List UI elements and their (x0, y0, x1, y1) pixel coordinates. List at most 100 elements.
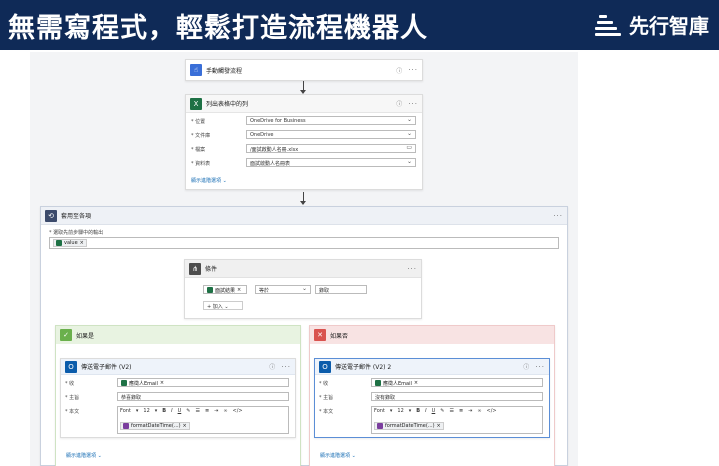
body-editor[interactable]: Font ▾ 12 ▾ BIU ✎ ☰ ≣ ⇥ ∞ </> formatDateTime(..… (117, 406, 289, 434)
condition-operator-dropdown[interactable]: 等於 ⌄ (255, 285, 311, 294)
more-options-icon[interactable]: ··· (407, 265, 417, 273)
chevron-down-icon: ⌄ (406, 130, 412, 137)
bullet-list-icon[interactable]: ☰ (449, 408, 453, 414)
condition-card[interactable]: ⋔ 條件 ··· 面試結果 × 等於 ⌄ 錄取 + 加入 ⌄ (184, 259, 422, 319)
body-editor[interactable]: Font ▾ 12 ▾ BIU ✎ ☰ ≣ ⇥ ∞ </> formatDateTime(..… (371, 406, 543, 434)
location-dropdown[interactable]: OneDrive for Business ⌄ (246, 116, 416, 125)
more-options-icon[interactable]: ··· (553, 212, 563, 220)
function-icon (123, 423, 129, 429)
brand-logo-text: 先行智庫 (629, 14, 709, 38)
brand-logo: 先行智庫 (595, 10, 709, 39)
body-expression-token[interactable]: formatDateTime(...) × (374, 422, 444, 430)
link-icon[interactable]: ∞ (223, 408, 227, 414)
to-label: * 收 (319, 381, 329, 387)
show-advanced-link[interactable]: 顯示進階選項 ⌄ (66, 452, 102, 459)
flow-canvas: ☝ 手動觸發流程 ⓘ ··· X 列出表格中的列 ⓘ ··· * 位置 OneD… (30, 52, 578, 466)
screenshot-root: 無需寫程式，輕鬆打造流程機器人 先行智庫 ☝ 手動觸發流程 ⓘ ··· X 列出… (0, 0, 719, 466)
more-options-icon[interactable]: ··· (408, 100, 418, 108)
code-view-icon[interactable]: </> (487, 408, 497, 414)
banner-title: 無需寫程式，輕鬆打造流程機器人 (8, 13, 428, 44)
numbered-list-icon[interactable]: ≣ (459, 408, 463, 414)
yes-send-email-card[interactable]: O 傳送電子郵件 (V2) ⓘ ··· * 收 應徵人Email × * 主旨 … (60, 358, 296, 438)
font-dropdown[interactable]: Font (120, 408, 131, 414)
brand-mark-icon (595, 13, 623, 37)
no-send-email-card[interactable]: O 傳送電子郵件 (V2) 2 ⓘ ··· * 收 應徵人Email × * 主… (314, 358, 550, 438)
indent-icon[interactable]: ⇥ (468, 408, 472, 414)
italic-icon[interactable]: I (425, 408, 426, 414)
file-picker[interactable]: /面試啟動人名冊.xlsx ▭ (246, 144, 416, 153)
field-label: * 檔案 (191, 147, 206, 153)
bold-icon[interactable]: B (162, 408, 166, 414)
help-icon[interactable]: ⓘ (523, 362, 529, 371)
check-icon: ✓ (60, 329, 72, 341)
show-advanced-link[interactable]: 顯示進階選項 ⌄ (191, 177, 227, 184)
list-rows-card[interactable]: X 列出表格中的列 ⓘ ··· * 位置 OneDrive for Busine… (185, 94, 423, 190)
subject-label: * 主旨 (319, 395, 334, 401)
underline-icon[interactable]: U (178, 408, 182, 414)
close-icon: ✕ (314, 329, 326, 341)
outlook-icon: O (319, 360, 331, 373)
more-options-icon[interactable]: ··· (408, 66, 418, 74)
more-options-icon[interactable]: ··· (281, 363, 291, 371)
excel-icon: X (190, 97, 202, 110)
no-email-title: 傳送電子郵件 (V2) 2 (335, 364, 392, 371)
help-icon[interactable]: ⓘ (396, 99, 402, 108)
indent-icon[interactable]: ⇥ (214, 408, 218, 414)
trigger-card[interactable]: ☝ 手動觸發流程 ⓘ ··· (185, 59, 423, 81)
to-input[interactable]: 應徵人Email × (117, 378, 289, 387)
condition-title: 條件 (205, 266, 218, 273)
loop-icon: ⟲ (45, 209, 57, 222)
size-dropdown[interactable]: 12 (397, 408, 403, 414)
folder-icon[interactable]: ▭ (406, 145, 412, 151)
excel-icon (375, 380, 381, 386)
to-input[interactable]: 應徵人Email × (371, 378, 543, 387)
yes-branch-title: 如果是 (76, 332, 95, 340)
body-label: * 本文 (319, 409, 334, 415)
highlight-icon[interactable]: ✎ (186, 408, 190, 414)
formatting-toolbar[interactable]: Font ▾ 12 ▾ BIU ✎ ☰ ≣ ⇥ ∞ </> (120, 408, 243, 414)
outlook-icon: O (65, 360, 77, 373)
field-label: * 文件庫 (191, 133, 211, 139)
connector-arrow (300, 81, 306, 94)
trigger-title: 手動觸發流程 (206, 67, 243, 75)
select-output-label: * 選取先前步驟中的輸出 (49, 230, 104, 236)
code-view-icon[interactable]: </> (233, 408, 243, 414)
subject-input[interactable]: 恭喜錄取 (117, 392, 289, 401)
list-rows-title: 列出表格中的列 (206, 101, 249, 108)
condition-right-operand[interactable]: 錄取 (315, 285, 367, 294)
field-label: * 位置 (191, 119, 206, 125)
excel-icon (56, 240, 62, 246)
subject-label: * 主旨 (65, 395, 80, 401)
library-dropdown[interactable]: OneDrive ⌄ (246, 130, 416, 139)
subject-input[interactable]: 沒有錄取 (371, 392, 543, 401)
bold-icon[interactable]: B (416, 408, 420, 414)
select-output-input[interactable]: value × (49, 237, 559, 249)
body-expression-token[interactable]: formatDateTime(...) × (120, 422, 190, 430)
help-icon[interactable]: ⓘ (269, 362, 275, 371)
help-icon[interactable]: ⓘ (396, 66, 402, 75)
table-dropdown[interactable]: 面試啟動人名冊表 ⌄ (246, 158, 416, 167)
italic-icon[interactable]: I (171, 408, 172, 414)
body-label: * 本文 (65, 409, 80, 415)
show-advanced-link[interactable]: 顯示進階選項 ⌄ (320, 452, 356, 459)
font-dropdown[interactable]: Font (374, 408, 385, 414)
apply-to-each-container[interactable]: ⟲ 套用至各項 ··· * 選取先前步驟中的輸出 value × ⋔ 條件 ··… (40, 206, 568, 466)
value-token[interactable]: value × (53, 239, 87, 247)
yes-branch: ✓ 如果是 O 傳送電子郵件 (V2) ⓘ ··· * 收 應徵人Email ×… (55, 325, 301, 466)
add-condition-button[interactable]: + 加入 ⌄ (203, 301, 243, 310)
size-dropdown[interactable]: 12 (143, 408, 149, 414)
link-icon[interactable]: ∞ (477, 408, 481, 414)
more-options-icon[interactable]: ··· (535, 363, 545, 371)
highlight-icon[interactable]: ✎ (440, 408, 444, 414)
chevron-down-icon: ⌄ (406, 116, 412, 123)
numbered-list-icon[interactable]: ≣ (205, 408, 209, 414)
condition-left-operand[interactable]: 面試結果 × (203, 285, 247, 294)
underline-icon[interactable]: U (432, 408, 436, 414)
bullet-list-icon[interactable]: ☰ (195, 408, 199, 414)
excel-icon (207, 287, 213, 293)
no-branch-title: 如果否 (330, 332, 349, 340)
function-icon (377, 423, 383, 429)
apply-each-title: 套用至各項 (61, 213, 92, 220)
formatting-toolbar[interactable]: Font ▾ 12 ▾ BIU ✎ ☰ ≣ ⇥ ∞ </> (374, 408, 497, 414)
condition-icon: ⋔ (189, 262, 201, 275)
